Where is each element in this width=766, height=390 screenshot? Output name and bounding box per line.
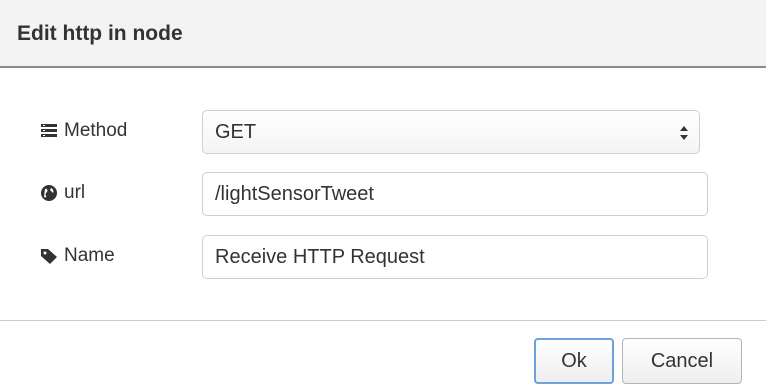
name-label-text: Name [64, 245, 115, 266]
url-label-text: url [64, 182, 86, 203]
name-input-value: Receive HTTP Request [215, 245, 425, 268]
name-row: Name Receive HTTP Request [0, 233, 766, 281]
name-label: Name [40, 245, 115, 267]
dialog-header: Edit http in node [0, 0, 766, 68]
url-input[interactable]: /lightSensorTweet [202, 172, 708, 216]
method-select[interactable]: GET [202, 110, 700, 154]
tag-icon [40, 247, 58, 265]
globe-icon [40, 184, 58, 202]
method-select-value: GET [215, 120, 257, 143]
dialog-title: Edit http in node [17, 22, 183, 45]
edit-dialog: Edit http in node Method GET url /lightS… [0, 0, 766, 390]
cancel-button[interactable]: Cancel [622, 338, 742, 384]
footer-divider [0, 320, 766, 321]
url-label: url [40, 182, 85, 204]
select-arrows-icon [679, 123, 689, 143]
method-label: Method [40, 120, 127, 142]
name-input[interactable]: Receive HTTP Request [202, 235, 708, 279]
method-row: Method GET [0, 108, 766, 156]
list-icon [40, 122, 58, 140]
url-row: url /lightSensorTweet [0, 170, 766, 218]
ok-button[interactable]: Ok [534, 338, 614, 384]
method-label-text: Method [64, 120, 128, 141]
url-input-value: /lightSensorTweet [215, 182, 374, 205]
